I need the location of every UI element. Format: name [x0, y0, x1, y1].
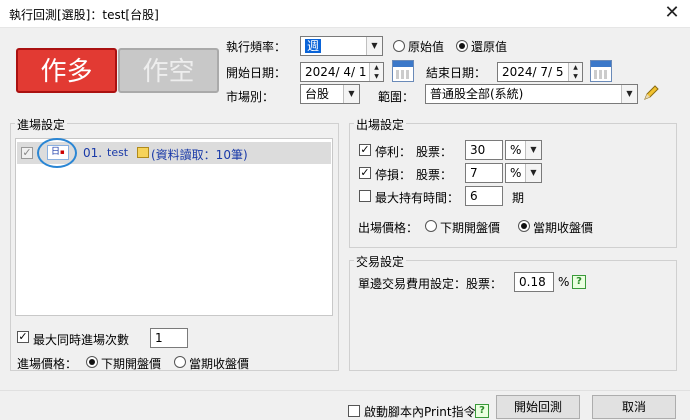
scope-select[interactable]: 普通股全部(系統) ▼ — [425, 84, 638, 104]
chevron-down-icon: ▼ — [343, 85, 359, 103]
help-icon[interactable]: ? — [475, 404, 489, 418]
entry-current-close-label: 當期收盤價 — [189, 357, 250, 371]
chevron-down-icon: ▼ — [621, 85, 637, 103]
start-date-field[interactable]: 2024/ 4/ 1 ▲ ▼ — [300, 62, 384, 82]
cancel-button[interactable]: 取消 — [592, 395, 676, 419]
entry-list[interactable]: ✓ 日▪ 01. test (資料讀取：10筆) — [15, 138, 333, 316]
row-checkbox[interactable]: ✓ — [21, 147, 33, 159]
highlight-circle — [37, 138, 77, 168]
max-entry-label: 最大同時進場次數 — [33, 333, 130, 347]
radio-raw-label: 原始值 — [408, 40, 445, 54]
fee-unit: % — [558, 275, 570, 289]
end-date-field[interactable]: 2024/ 7/ 5 ▲ ▼ — [497, 62, 583, 82]
scope-value: 普通股全部(系統) — [430, 87, 524, 101]
close-icon[interactable]: ✕ — [660, 1, 684, 25]
start-date-value: 2024/ 4/ 1 — [305, 65, 367, 79]
hold-time-unit: 期 — [512, 191, 525, 205]
end-date-spinner[interactable]: ▲ ▼ — [568, 63, 582, 81]
freq-label: 執行頻率： — [226, 40, 287, 54]
stop-loss-label: 停損： — [375, 168, 412, 182]
row-index: 01. — [83, 146, 103, 160]
market-label: 市場別： — [226, 90, 275, 104]
stop-profit-input[interactable]: 30 — [465, 140, 503, 160]
list-item[interactable]: ✓ 日▪ 01. test (資料讀取：10筆) — [17, 138, 331, 168]
freq-value: 週 — [305, 39, 322, 53]
chevron-down-icon: ▼ — [366, 37, 382, 55]
hold-time-label: 最大持有時間： — [375, 191, 460, 205]
radio-raw[interactable] — [393, 40, 405, 52]
exit-price-label: 出場價格： — [358, 221, 419, 235]
fee-input[interactable]: 0.18 — [514, 272, 554, 292]
scope-label: 範圍： — [378, 90, 415, 104]
freq-select[interactable]: 週 ▼ — [300, 36, 383, 56]
window-title: 執行回測[選股]：test[台股] — [9, 8, 159, 22]
stop-profit-label: 停利： — [375, 145, 412, 159]
stop-profit-stock-label: 股票： — [416, 145, 453, 159]
print-label: 啟動腳本內Print指令 — [364, 405, 476, 419]
entry-radio-next-open[interactable] — [86, 356, 98, 368]
market-value: 台股 — [305, 87, 330, 101]
start-backtest-button[interactable]: 開始回測 — [496, 395, 580, 419]
end-date-value: 2024/ 7/ 5 — [502, 65, 564, 79]
stop-loss-stock-label: 股票： — [416, 168, 453, 182]
exit-group-title: 出場設定 — [354, 116, 407, 133]
stop-profit-unit-select[interactable]: % ▼ — [505, 140, 542, 160]
entry-next-open-label: 下期開盤價 — [101, 357, 162, 371]
start-date-spinner[interactable]: ▲ ▼ — [369, 63, 383, 81]
stop-loss-checkbox[interactable]: ✓ — [359, 167, 371, 179]
title-bar: 執行回測[選股]：test[台股] ✕ — [0, 0, 690, 28]
stop-loss-unit-select[interactable]: % ▼ — [505, 163, 542, 183]
radio-restored-label: 還原值 — [471, 40, 508, 54]
calendar-icon[interactable] — [392, 60, 414, 82]
entry-group-title: 進場設定 — [15, 116, 68, 133]
fee-stock-label: 股票： — [466, 277, 503, 291]
start-date-label: 開始日期： — [226, 66, 287, 80]
trade-group-title: 交易設定 — [354, 253, 407, 270]
hold-time-input[interactable]: 6 — [465, 186, 503, 206]
chevron-down-icon: ▼ — [525, 141, 541, 159]
long-button[interactable]: 作多 — [16, 48, 117, 93]
help-icon[interactable]: ? — [572, 275, 586, 289]
radio-restored[interactable] — [456, 40, 468, 52]
entry-radio-current-close[interactable] — [174, 356, 186, 368]
row-info: (資料讀取：10筆) — [151, 148, 248, 162]
short-button[interactable]: 作空 — [118, 48, 219, 93]
stop-profit-checkbox[interactable]: ✓ — [359, 144, 371, 156]
market-select[interactable]: 台股 ▼ — [300, 84, 360, 104]
exit-current-close-label: 當期收盤價 — [533, 221, 594, 235]
entry-price-label: 進場價格： — [17, 357, 78, 371]
print-checkbox[interactable] — [348, 405, 360, 417]
hold-time-checkbox[interactable] — [359, 190, 371, 202]
calendar-icon[interactable] — [590, 60, 612, 82]
exit-radio-current-close[interactable] — [518, 220, 530, 232]
fee-label: 單邊交易費用設定： — [358, 277, 467, 291]
max-entry-checkbox[interactable]: ✓ — [17, 331, 29, 343]
exit-radio-next-open[interactable] — [425, 220, 437, 232]
chevron-down-icon: ▼ — [525, 164, 541, 182]
max-entry-input[interactable]: 1 — [150, 328, 188, 348]
stop-loss-input[interactable]: 7 — [465, 163, 503, 183]
data-icon — [137, 147, 149, 158]
footer-divider — [0, 390, 690, 391]
exit-next-open-label: 下期開盤價 — [440, 221, 501, 235]
pencil-icon[interactable] — [642, 84, 660, 102]
end-date-label: 結束日期： — [426, 66, 487, 80]
row-name: test — [107, 146, 129, 159]
